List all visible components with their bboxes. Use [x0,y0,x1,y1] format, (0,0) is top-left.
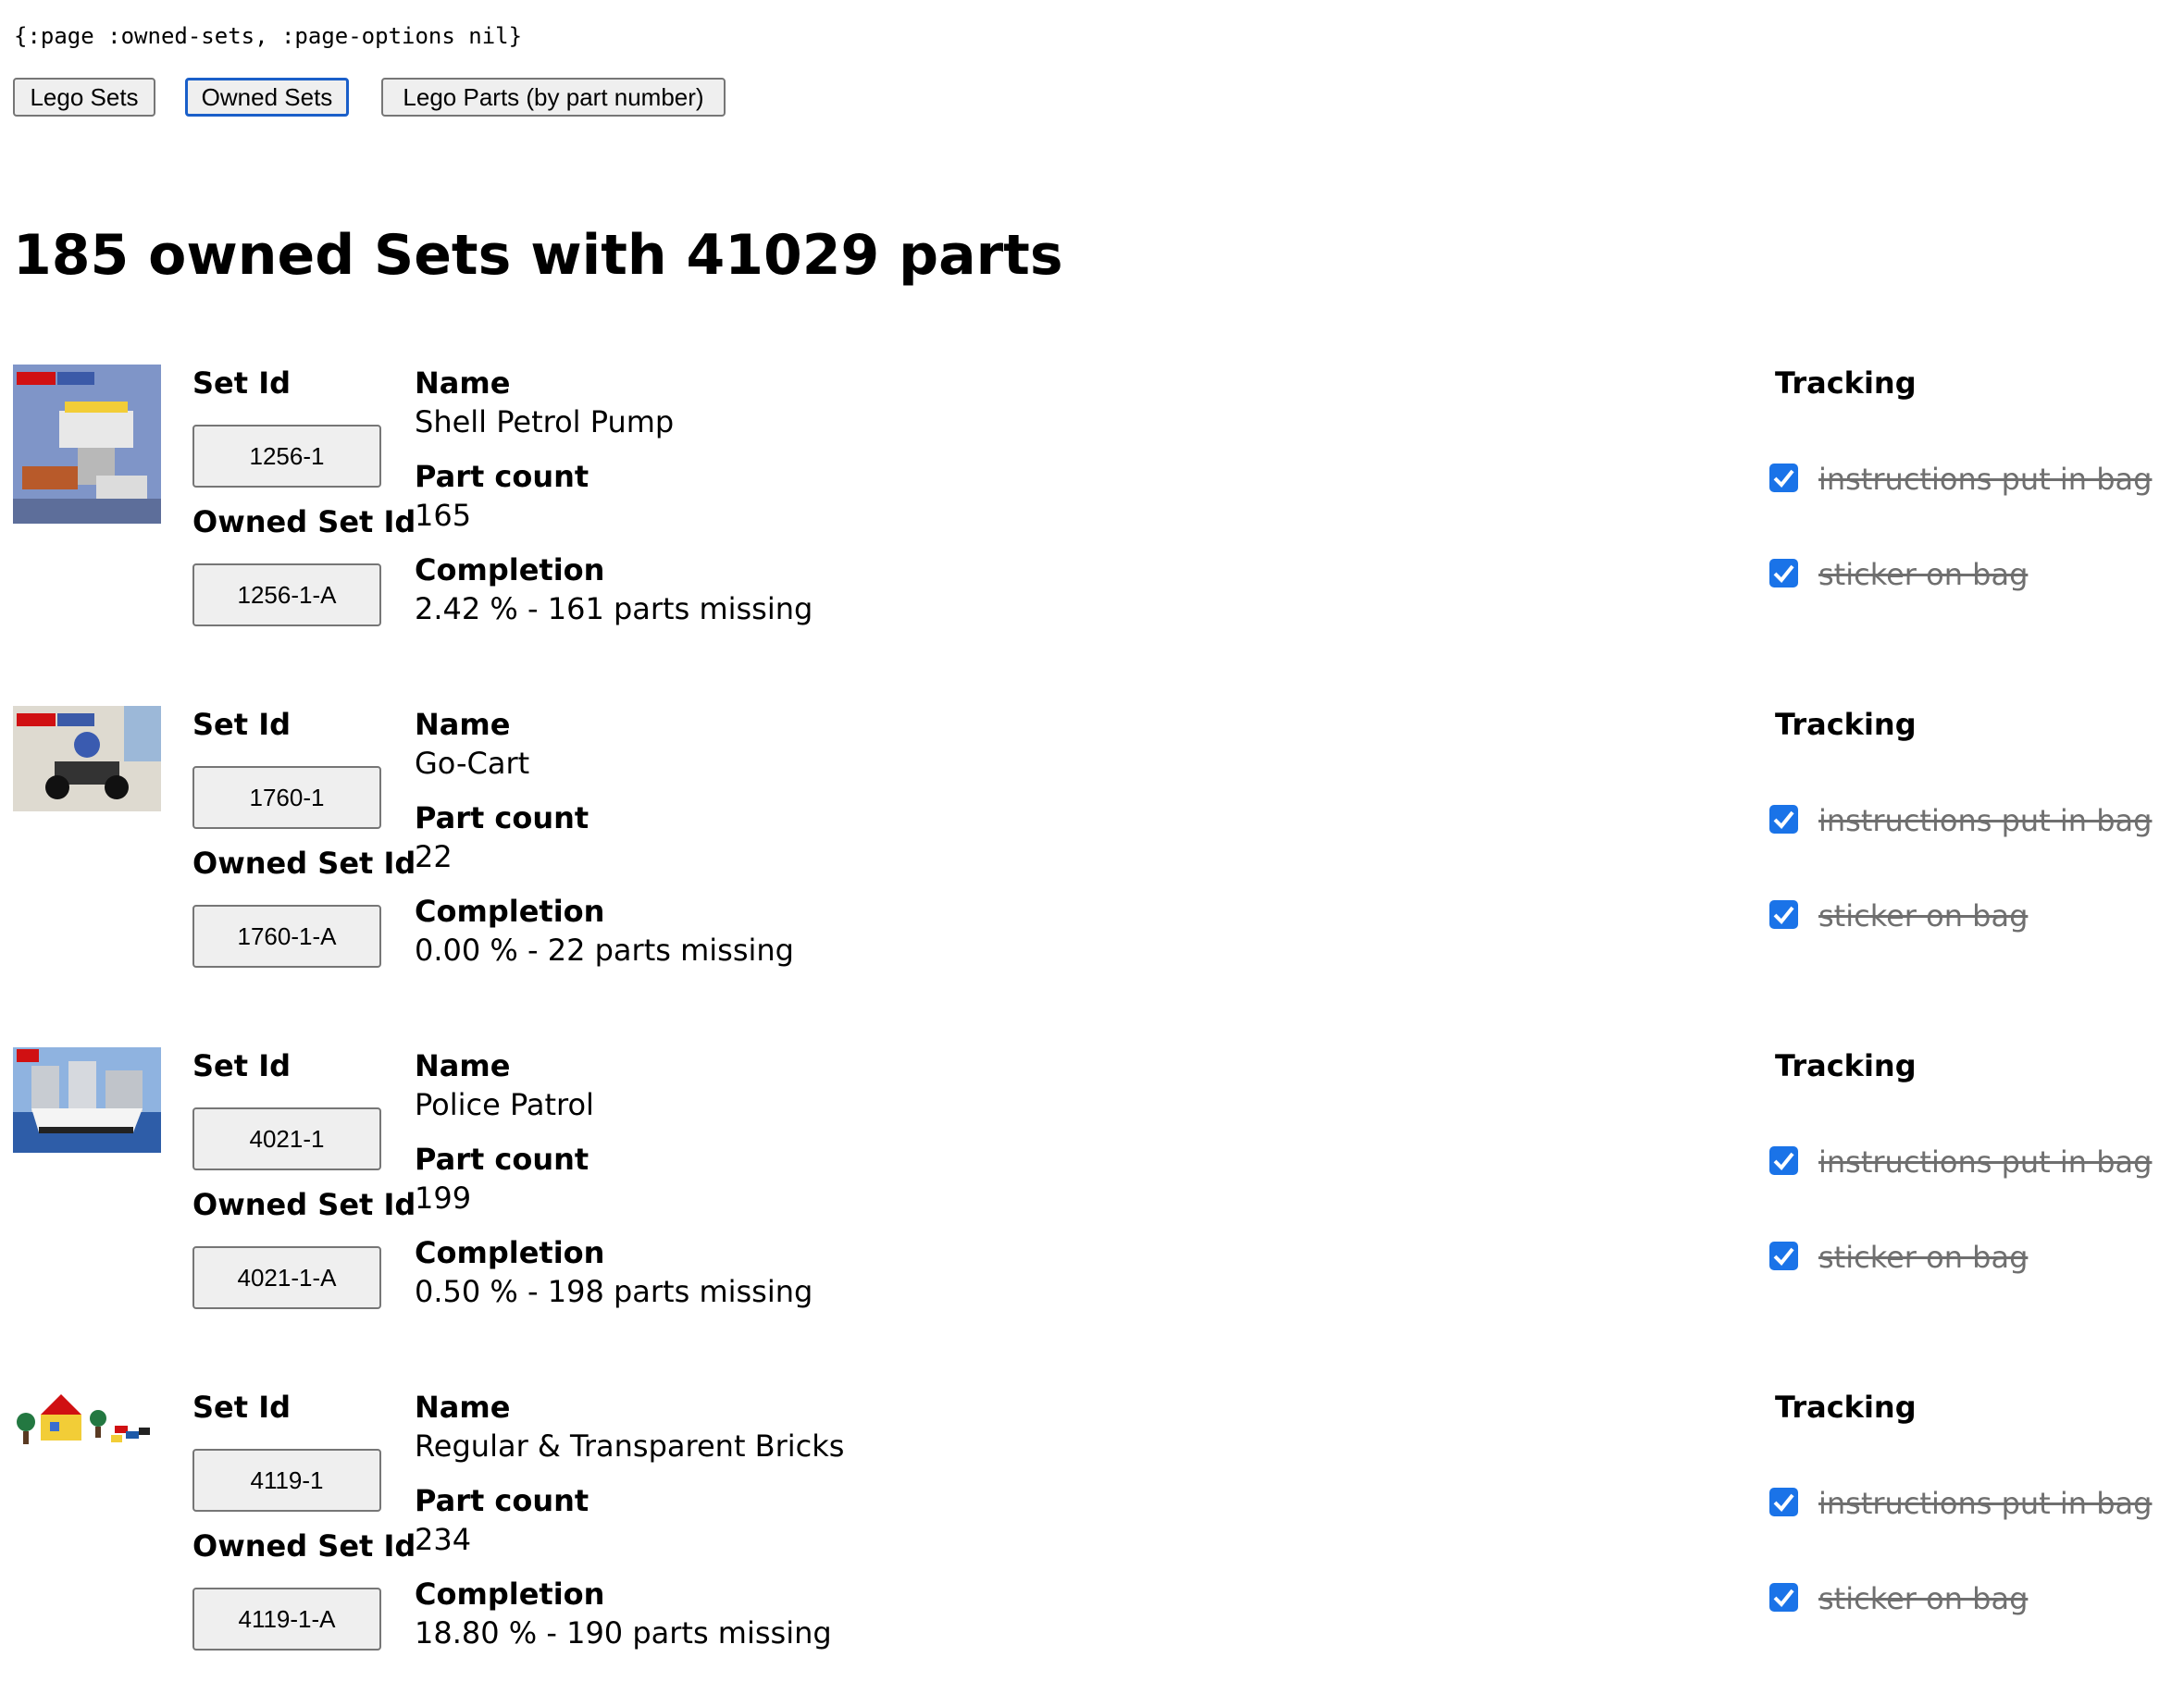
owned-set-id-label: Owned Set Id [192,1528,416,1564]
set-id-button[interactable]: 4021-1 [192,1107,381,1170]
sticker-checkbox[interactable] [1769,1583,1798,1612]
lego-parts-button[interactable]: Lego Parts (by part number) [381,78,726,117]
instructions-tracking-label: instructions put in bag [1818,462,2153,497]
owned-set-id-button[interactable]: 4119-1-A [192,1588,381,1651]
owned-set-card: Set Id 1760-1 Owned Set Id 1760-1-A Name… [0,706,2184,1011]
part-count-value: 22 [415,839,453,874]
owned-set-id-button[interactable]: 4021-1-A [192,1246,381,1309]
sticker-tracking-label: sticker on bag [1818,1581,2029,1616]
set-image [13,706,161,811]
tracking-label: Tracking [1775,365,1917,401]
owned-sets-button[interactable]: Owned Sets [185,78,349,117]
instructions-tracking-label: instructions put in bag [1818,803,2153,838]
owned-set-id-button[interactable]: 1256-1-A [192,563,381,626]
set-id-label: Set Id [192,365,291,401]
completion-value: 18.80 % - 190 parts missing [415,1615,832,1651]
sticker-tracking-label: sticker on bag [1818,557,2029,592]
name-label: Name [415,365,511,401]
completion-value: 0.50 % - 198 parts missing [415,1274,813,1309]
owned-set-card: Set Id 4119-1 Owned Set Id 4119-1-A Name… [0,1389,2184,1694]
sticker-tracking-label: sticker on bag [1818,1240,2029,1275]
page-state-debug: {:page :owned-sets, :page-options nil} [14,23,523,49]
set-id-label: Set Id [192,1048,291,1083]
set-name: Regular & Transparent Bricks [415,1428,845,1464]
instructions-checkbox[interactable] [1769,1146,1798,1175]
set-image [13,1047,161,1153]
sticker-checkbox[interactable] [1769,900,1798,929]
sticker-checkbox[interactable] [1769,1242,1798,1270]
part-count-label: Part count [415,1142,589,1177]
tracking-label: Tracking [1775,707,1917,742]
tracking-label: Tracking [1775,1390,1917,1425]
sticker-checkbox[interactable] [1769,559,1798,587]
tracking-label: Tracking [1775,1048,1917,1083]
name-label: Name [415,1390,511,1425]
part-count-value: 165 [415,498,472,533]
set-id-label: Set Id [192,707,291,742]
instructions-tracking-label: instructions put in bag [1818,1486,2153,1521]
completion-value: 0.00 % - 22 parts missing [415,933,794,968]
instructions-checkbox[interactable] [1769,805,1798,834]
lego-sets-button[interactable]: Lego Sets [13,78,155,117]
owned-set-id-label: Owned Set Id [192,846,416,881]
owned-set-card: Set Id 4021-1 Owned Set Id 4021-1-A Name… [0,1047,2184,1353]
owned-set-card: Set Id 1256-1 Owned Set Id 1256-1-A Name… [0,365,2184,670]
completion-label: Completion [415,552,605,587]
set-id-button[interactable]: 1256-1 [192,425,381,488]
set-id-button[interactable]: 1760-1 [192,766,381,829]
owned-set-id-label: Owned Set Id [192,1187,416,1222]
part-count-value: 199 [415,1181,472,1216]
page-title: 185 owned Sets with 41029 parts [13,223,1063,288]
set-image [13,365,161,524]
set-name: Shell Petrol Pump [415,404,675,439]
name-label: Name [415,707,511,742]
name-label: Name [415,1048,511,1083]
set-image [13,1389,161,1472]
instructions-tracking-label: instructions put in bag [1818,1144,2153,1180]
sticker-tracking-label: sticker on bag [1818,898,2029,934]
owned-set-id-button[interactable]: 1760-1-A [192,905,381,968]
set-id-button[interactable]: 4119-1 [192,1449,381,1512]
set-id-label: Set Id [192,1390,291,1425]
instructions-checkbox[interactable] [1769,1488,1798,1516]
completion-label: Completion [415,1577,605,1612]
set-name: Police Patrol [415,1087,594,1122]
completion-label: Completion [415,894,605,929]
owned-set-id-label: Owned Set Id [192,504,416,539]
part-count-label: Part count [415,459,589,494]
completion-label: Completion [415,1235,605,1270]
instructions-checkbox[interactable] [1769,464,1798,492]
part-count-label: Part count [415,800,589,835]
part-count-label: Part count [415,1483,589,1518]
part-count-value: 234 [415,1522,472,1557]
set-name: Go-Cart [415,746,530,781]
completion-value: 2.42 % - 161 parts missing [415,591,813,626]
